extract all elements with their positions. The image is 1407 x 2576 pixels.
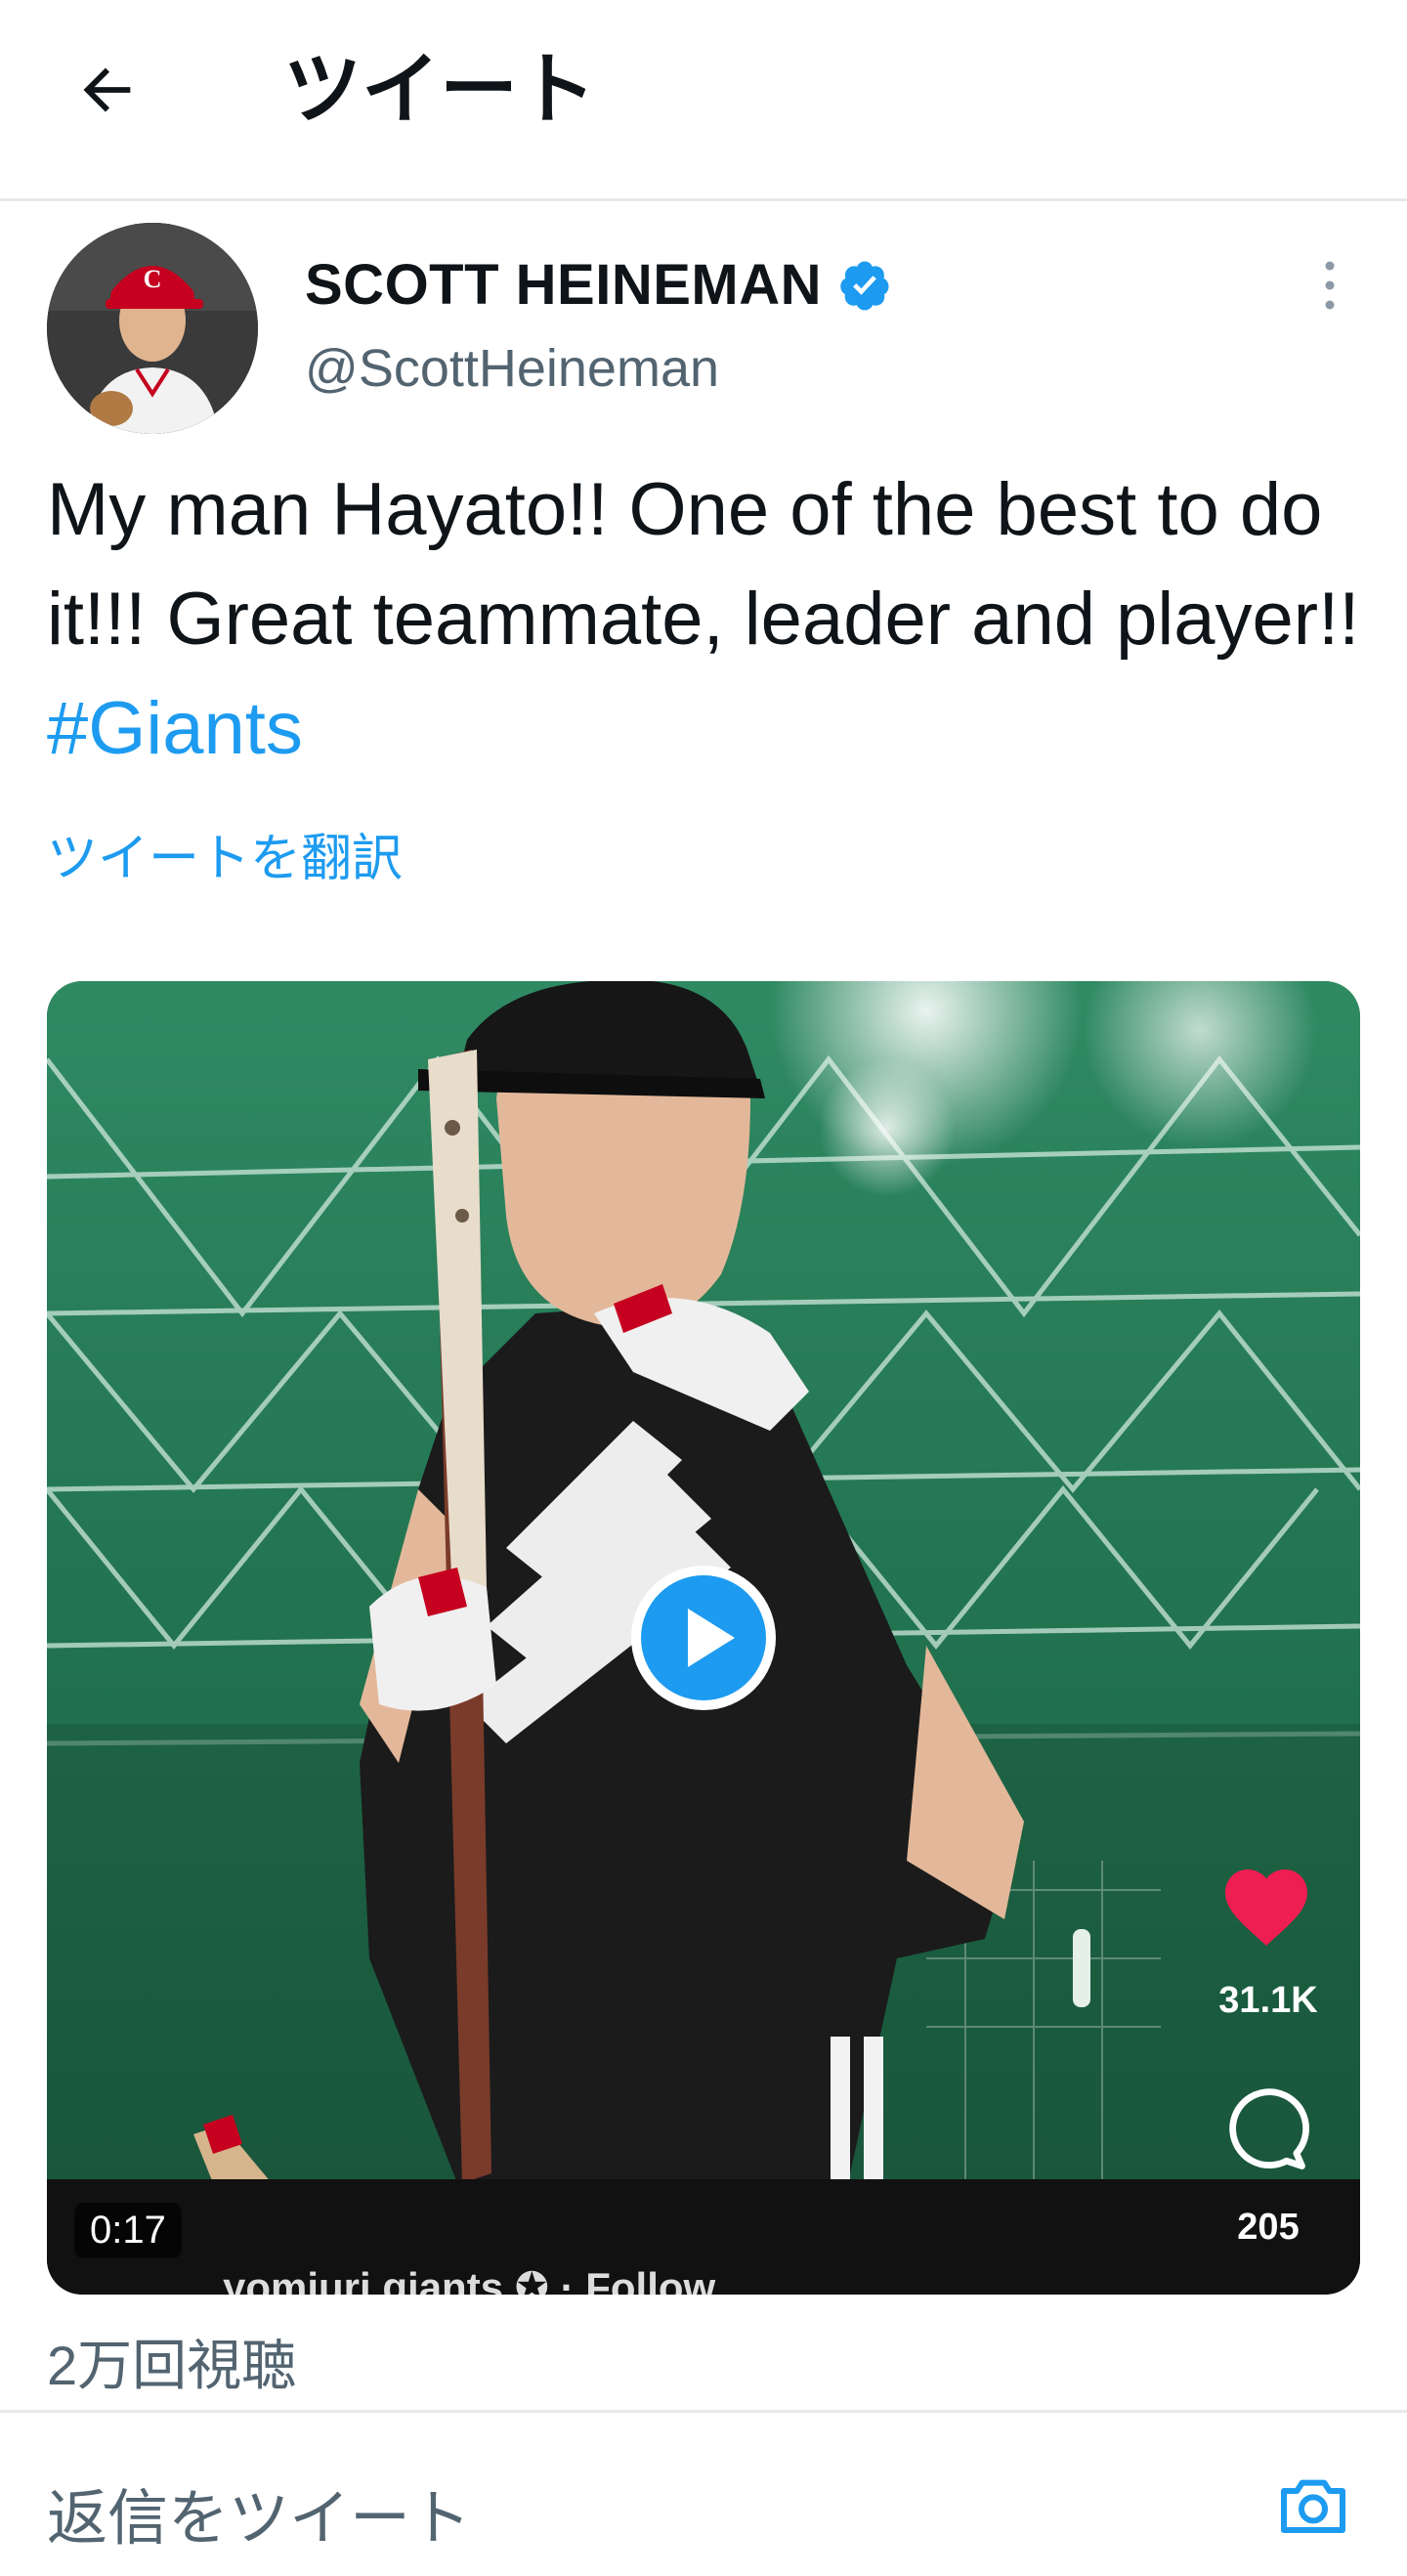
tweet-text: My man Hayato!! One of the best to do it… <box>47 455 1376 784</box>
play-icon[interactable] <box>625 1560 782 1716</box>
heart-icon <box>1225 1869 1307 1946</box>
divider <box>0 2410 1407 2413</box>
video-player[interactable]: yomiuri.giants ✪ · Follow 31.1K 205 0:17 <box>47 981 1360 2295</box>
avatar[interactable]: C <box>47 223 258 434</box>
hashtag-link[interactable]: #Giants <box>47 687 303 770</box>
page-title: ツイート <box>283 46 596 133</box>
camera-button[interactable] <box>1274 2467 1352 2545</box>
camera-icon <box>1281 2479 1345 2533</box>
author-handle[interactable]: @ScottHeineman <box>305 338 719 399</box>
author-name-row[interactable]: SCOTT HEINEMAN <box>305 252 892 318</box>
author-name[interactable]: SCOTT HEINEMAN <box>305 252 822 318</box>
reply-input[interactable]: 返信をツイート <box>47 2469 471 2556</box>
back-button[interactable] <box>68 51 147 129</box>
like-count: 31.1K <box>1218 1980 1318 2021</box>
view-count: 2万回視聴 <box>47 2335 297 2396</box>
top-bar: ツイート <box>0 0 1407 201</box>
verified-badge-icon <box>840 261 889 310</box>
svg-text:C: C <box>144 265 162 293</box>
arrow-left-icon <box>83 67 131 112</box>
translate-link[interactable]: ツイートを翻訳 <box>47 817 403 890</box>
comment-count: 205 <box>1237 2207 1300 2248</box>
more-vertical-icon <box>1325 261 1335 310</box>
comment-bubble-icon <box>1229 2088 1309 2169</box>
more-options-button[interactable] <box>1305 256 1354 315</box>
tweet-body: My man Hayato!! One of the best to do it… <box>47 468 1360 661</box>
video-duration: 0:17 <box>74 2203 182 2258</box>
instagram-username: yomiuri.giants ✪ · Follow <box>223 2264 716 2295</box>
